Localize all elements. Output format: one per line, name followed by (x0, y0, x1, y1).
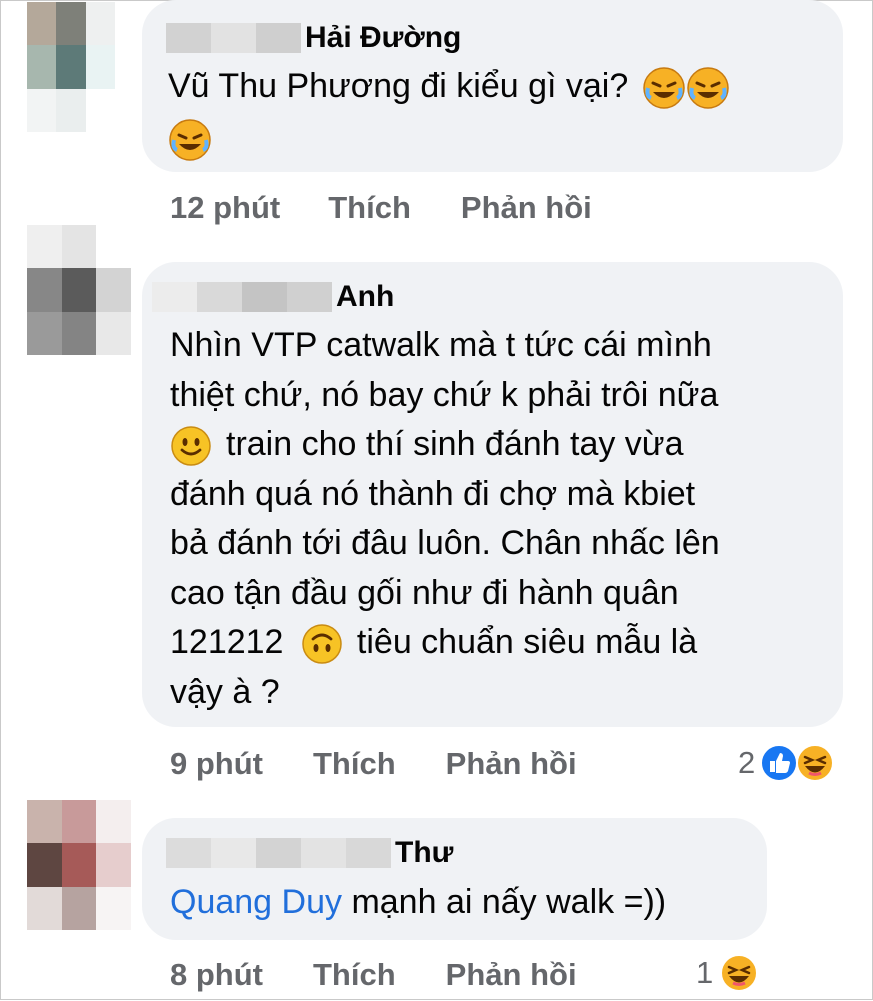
comment-text-line: cao tận đầu gối như đi hành quân (170, 573, 679, 612)
comment-text-line: Vũ Thu Phương đi kiểu gì vại? (168, 67, 629, 105)
blurred-name (166, 838, 391, 868)
reply-button[interactable]: Phản hồi (461, 190, 592, 226)
haha-reaction-icon (795, 743, 835, 783)
author-row[interactable]: Anh (152, 280, 394, 314)
reaction-count: 2 (738, 745, 756, 780)
reply-button[interactable]: Phản hồi (446, 746, 577, 782)
blurred-name (166, 23, 301, 53)
comment-actions: 12 phút Thích Phản hồi (170, 190, 592, 226)
author-row[interactable]: Hải Đường (166, 21, 461, 55)
mention-link[interactable]: Quang Duy (170, 883, 342, 921)
comment-text-line: thiệt chứ, nó bay chứ k phải trôi nữa (170, 375, 719, 414)
avatar[interactable] (27, 800, 131, 930)
reaction-summary[interactable]: 2 (738, 743, 835, 783)
reply-button[interactable]: Phản hồi (446, 957, 577, 993)
like-reaction-icon (759, 743, 799, 783)
comment-text-line: Nhìn VTP catwalk mà t tức cái mình (170, 326, 712, 364)
blurred-name (152, 282, 332, 312)
comment-text-line-with-emoji: 121212 tiêu chuẩn siêu mẫu là (170, 618, 720, 668)
like-button[interactable]: Thích (313, 746, 396, 782)
comment-author[interactable]: Anh (336, 280, 394, 314)
comment-text-line-with-emoji: train cho thí sinh đánh tay vừa (170, 420, 720, 470)
rofl-emoji (168, 118, 212, 162)
avatar[interactable] (27, 2, 115, 132)
comment-time[interactable]: 9 phút (170, 746, 263, 782)
comment-text: Quang Duy mạnh ai nấy walk =)) (170, 878, 666, 928)
rofl-emoji (642, 66, 686, 110)
comment-author[interactable]: Hải Đường (305, 21, 461, 55)
comment-text: Nhìn VTP catwalk mà t tức cái mình thiệt… (170, 321, 720, 717)
rofl-emoji (686, 66, 730, 110)
comment-text-segment: 121212 (170, 623, 284, 661)
comment-text-line: đánh quá nó thành đi chợ mà kbiet (170, 474, 696, 513)
avatar[interactable] (27, 225, 131, 355)
comment-text-line: bả đánh tới đâu luôn. Chân nhấc lên (170, 524, 720, 562)
like-button[interactable]: Thích (313, 957, 396, 993)
smile-emoji (170, 425, 212, 467)
reaction-count: 1 (696, 955, 714, 990)
comment-text-segment: tiêu chuẩn siêu mẫu là (356, 623, 698, 661)
author-row[interactable]: Thư (166, 836, 453, 870)
comment-text-segment: mạnh ai nấy walk =)) (351, 883, 667, 921)
comment-text-line: vậy à ? (170, 672, 280, 711)
comment-text-segment: train cho thí sinh đánh tay vừa (226, 425, 684, 463)
reaction-summary[interactable]: 1 (696, 953, 759, 993)
comment-time[interactable]: 8 phút (170, 957, 263, 993)
comment-actions: 9 phút Thích Phản hồi (170, 746, 577, 782)
comment-actions: 8 phút Thích Phản hồi (170, 957, 577, 993)
comment-time[interactable]: 12 phút (170, 190, 280, 226)
haha-reaction-icon (719, 953, 759, 993)
comment-author[interactable]: Thư (395, 836, 453, 870)
upside-down-face-emoji (301, 623, 343, 665)
comment-text: Vũ Thu Phương đi kiểu gì vại? (168, 62, 730, 162)
like-button[interactable]: Thích (328, 190, 411, 226)
